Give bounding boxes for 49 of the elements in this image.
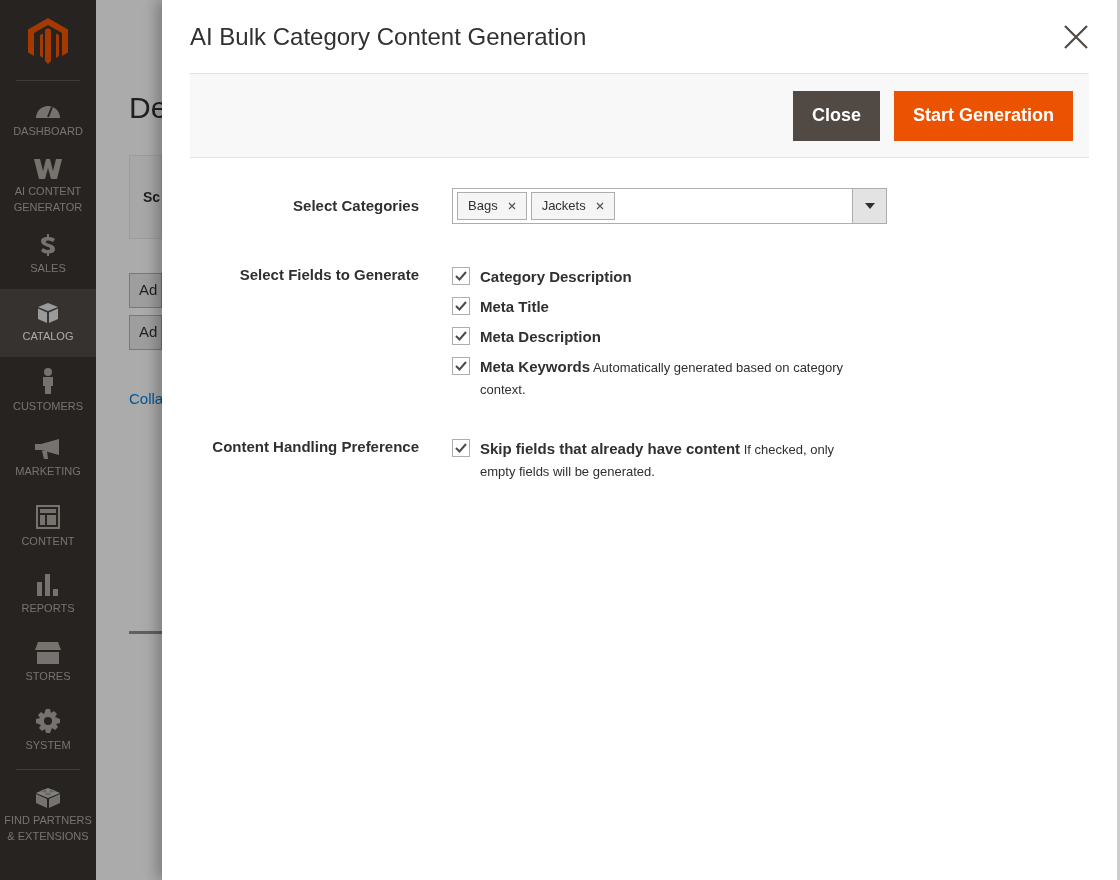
scope-label: Sc: [143, 187, 161, 207]
field-label: Select Fields to Generate: [238, 266, 419, 285]
checkbox[interactable]: [452, 357, 470, 375]
sidebar-item[interactable]: CUSTOMERS: [0, 357, 96, 425]
box-icon: [37, 302, 59, 324]
w-letter-icon: [34, 159, 62, 179]
sidebar-item[interactable]: SALES: [0, 221, 96, 289]
remove-icon[interactable]: [507, 202, 516, 210]
remove-icon[interactable]: [595, 202, 604, 210]
multiselect-field[interactable]: Bags Jackets: [452, 188, 887, 224]
checkbox[interactable]: [452, 439, 470, 457]
option-label[interactable]: Skip fields that already have content If checked, only empty fields will be generated.: [480, 438, 872, 482]
bar-chart-icon: [37, 574, 59, 596]
layout-icon: [36, 505, 60, 529]
sidebar-item[interactable]: STORES: [0, 629, 96, 697]
option-label[interactable]: Category Description: [480, 266, 632, 287]
sidebar-item[interactable]: CATALOG: [0, 289, 96, 357]
checkbox[interactable]: [452, 267, 470, 285]
modal-title: AI Bulk Category Content Generation: [190, 21, 587, 52]
dropdown-caret-icon[interactable]: [852, 189, 886, 223]
field-label: Content Handling Preference: [211, 438, 419, 457]
start-generation-button[interactable]: Start Generation: [893, 90, 1073, 141]
sidebar-item[interactable]: REPORTS: [0, 561, 96, 629]
checkbox[interactable]: [452, 327, 470, 345]
sidebar-item[interactable]: DASHBOARD: [0, 85, 96, 153]
add-button[interactable]: Ad: [129, 315, 162, 350]
close-icon[interactable]: [1063, 23, 1089, 50]
dollar-icon: [40, 234, 56, 256]
sidebar-item[interactable]: MARKETING: [0, 425, 96, 493]
person-icon: [42, 368, 54, 394]
add-button[interactable]: Ad: [129, 273, 162, 308]
category-chip[interactable]: Bags: [457, 192, 527, 220]
collapse-link[interactable]: Colla: [129, 388, 164, 411]
storefront-icon: [35, 642, 61, 664]
sidebar-item[interactable]: CONTENT: [0, 493, 96, 561]
megaphone-icon: [35, 439, 61, 459]
field-label: Select Categories: [292, 196, 419, 216]
checkbox[interactable]: [452, 297, 470, 315]
category-chip[interactable]: Jackets: [530, 192, 615, 220]
sidebar-item[interactable]: SYSTEM: [0, 697, 96, 765]
divider-bar: [129, 630, 162, 634]
option-label[interactable]: Meta Keywords Automatically generated based on category context.: [480, 356, 872, 400]
option-label[interactable]: Meta Title: [480, 296, 549, 317]
logo-icon: [28, 18, 68, 64]
gear-icon: [36, 709, 60, 733]
sidebar-item[interactable]: AI CONTENT GENERATOR: [0, 153, 96, 221]
option-label[interactable]: Meta Description: [480, 326, 601, 347]
close-button[interactable]: Close: [792, 90, 880, 141]
sidebar-item[interactable]: FIND PARTNERS & EXTENSIONS: [0, 774, 96, 854]
